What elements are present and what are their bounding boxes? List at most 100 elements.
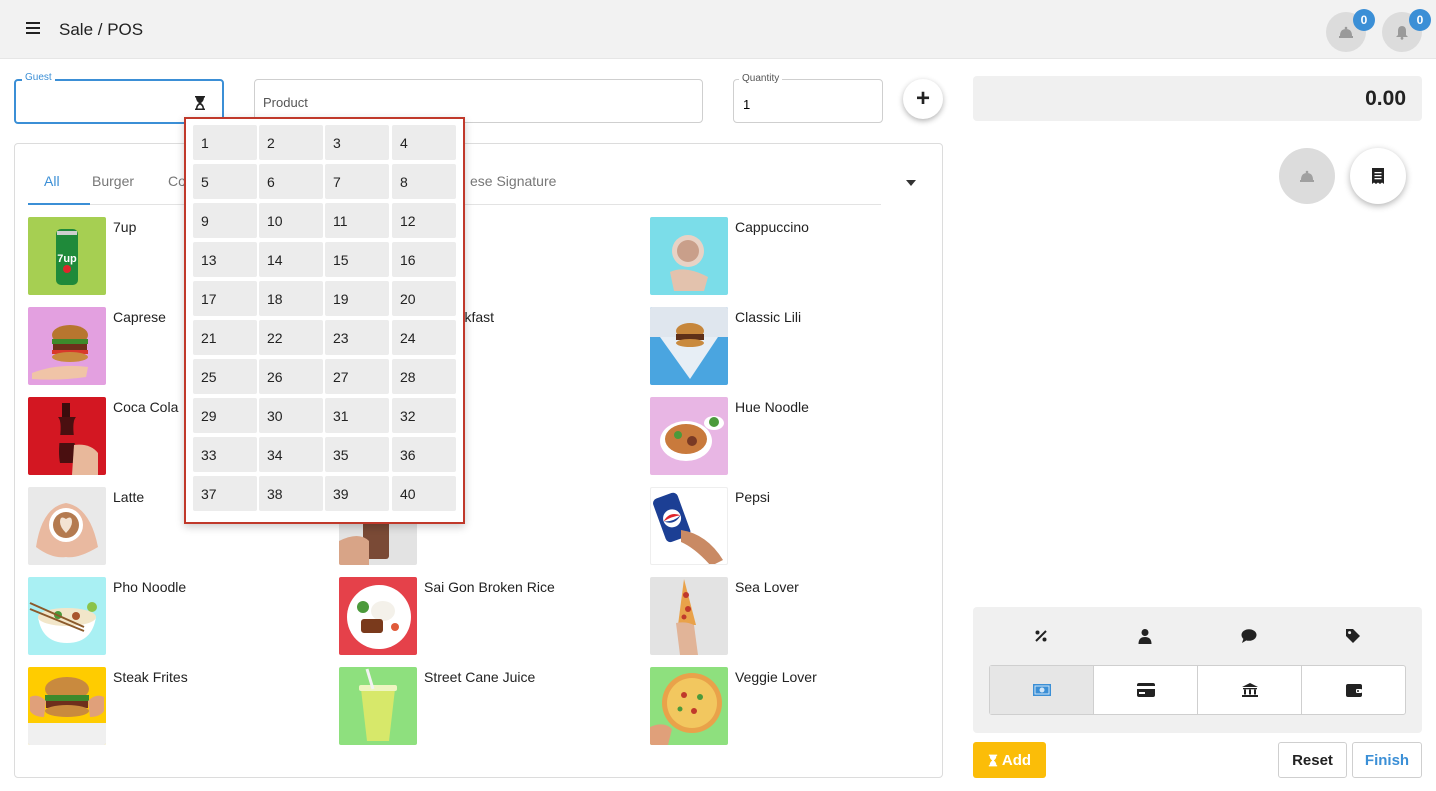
table-option[interactable]: 36 [392,437,456,472]
cappuccino-cup-icon [650,217,728,295]
product-card[interactable]: Sai Gon Broken Rice [339,577,639,657]
menu-icon[interactable] [26,22,40,36]
tab-burger[interactable]: Burger [92,173,134,189]
hold-order-button[interactable] [1279,148,1335,204]
product-input[interactable] [263,91,683,113]
product-card[interactable]: Street Cane Juice [339,667,639,747]
add-order-button[interactable]: Add [973,742,1046,778]
table-option[interactable]: 13 [193,242,257,277]
table-option[interactable]: 1 [193,125,257,160]
add-button-label: Add [1001,751,1032,769]
reset-button[interactable]: Reset [1278,742,1347,778]
customer-icon[interactable] [1137,628,1153,644]
table-option[interactable]: 37 [193,476,257,511]
tab-signature[interactable]: ese Signature [470,173,556,189]
product-card[interactable]: Steak Frites [28,667,328,747]
payment-card-button[interactable] [1094,666,1198,714]
burger-icon [28,307,106,385]
orders-button[interactable]: 0 [1326,9,1375,52]
table-option[interactable]: 20 [392,281,456,316]
discount-icon[interactable] [1033,628,1049,644]
tabs-dropdown-caret[interactable] [906,180,916,186]
payment-wallet-button[interactable] [1302,666,1405,714]
table-option[interactable]: 33 [193,437,257,472]
bell-icon [1396,26,1408,40]
juice-cup-icon [339,667,417,745]
table-option[interactable]: 31 [325,398,389,433]
table-option[interactable]: 27 [325,359,389,394]
product-card[interactable]: Veggie Lover [650,667,950,747]
payment-cash-button[interactable] [990,666,1094,714]
notifications-button[interactable]: 0 [1382,9,1431,52]
product-card[interactable]: Cappuccino [650,217,950,297]
table-option[interactable]: 5 [193,164,257,199]
table-option[interactable]: 11 [325,203,389,238]
product-name: Street Cane Juice [424,669,536,685]
coke-bottle-icon [28,397,106,475]
product-card[interactable]: Sea Lover [650,577,950,657]
table-option[interactable]: 6 [259,164,323,199]
product-card[interactable]: Classic Lili [650,307,950,387]
tab-all[interactable]: All [44,173,60,189]
table-option[interactable]: 2 [259,125,323,160]
receipt-button[interactable] [1350,148,1406,204]
table-option[interactable]: 25 [193,359,257,394]
receipt-icon [1372,168,1384,184]
table-option[interactable]: 39 [325,476,389,511]
svg-text:7up: 7up [57,253,77,265]
table-option[interactable]: 34 [259,437,323,472]
table-option[interactable]: 9 [193,203,257,238]
table-option[interactable]: 32 [392,398,456,433]
product-card[interactable]: Pepsi [650,487,950,567]
payment-bank-button[interactable] [1198,666,1302,714]
product-name: Steak Frites [113,669,188,685]
product-card[interactable]: Hue Noodle [650,397,950,477]
tag-icon[interactable] [1345,628,1361,644]
table-option[interactable]: 14 [259,242,323,277]
guest-label: Guest [22,72,55,83]
quantity-field[interactable]: Quantity [733,73,883,123]
hourglass-icon[interactable] [194,96,206,110]
table-option[interactable]: 28 [392,359,456,394]
table-option[interactable]: 40 [392,476,456,511]
add-product-button[interactable]: + [903,79,943,119]
product-name: Sea Lover [735,579,799,595]
product-card[interactable]: Pho Noodle [28,577,328,657]
table-option[interactable]: 3 [325,125,389,160]
table-option[interactable]: 38 [259,476,323,511]
table-option[interactable]: 21 [193,320,257,355]
notifications-badge: 0 [1409,9,1431,31]
table-option[interactable]: 8 [392,164,456,199]
guest-input[interactable] [24,91,184,113]
table-option[interactable]: 12 [392,203,456,238]
top-bar: Sale / POS 0 0 [0,0,1436,59]
latte-cup-icon [28,487,106,565]
table-option[interactable]: 19 [325,281,389,316]
wallet-icon [1345,684,1362,697]
table-option[interactable]: 30 [259,398,323,433]
table-option[interactable]: 35 [325,437,389,472]
table-option[interactable]: 23 [325,320,389,355]
product-name: Cappuccino [735,219,809,235]
pizza-slice-icon [650,577,728,655]
finish-button[interactable]: Finish [1352,742,1422,778]
note-icon[interactable] [1241,628,1257,644]
noodle-bowl-icon [650,397,728,475]
table-option[interactable]: 26 [259,359,323,394]
cloche-icon [1300,170,1314,182]
table-option[interactable]: 29 [193,398,257,433]
quantity-input[interactable] [743,94,863,114]
plus-icon: + [915,85,930,112]
table-option[interactable]: 17 [193,281,257,316]
table-option[interactable]: 18 [259,281,323,316]
product-name: Caprese [113,309,166,325]
table-option[interactable]: 24 [392,320,456,355]
table-option[interactable]: 15 [325,242,389,277]
table-option[interactable]: 22 [259,320,323,355]
table-option[interactable]: 4 [392,125,456,160]
table-option[interactable]: 7 [325,164,389,199]
burger-icon [650,307,728,385]
product-name: 7up [113,219,137,235]
table-option[interactable]: 16 [392,242,456,277]
table-option[interactable]: 10 [259,203,323,238]
